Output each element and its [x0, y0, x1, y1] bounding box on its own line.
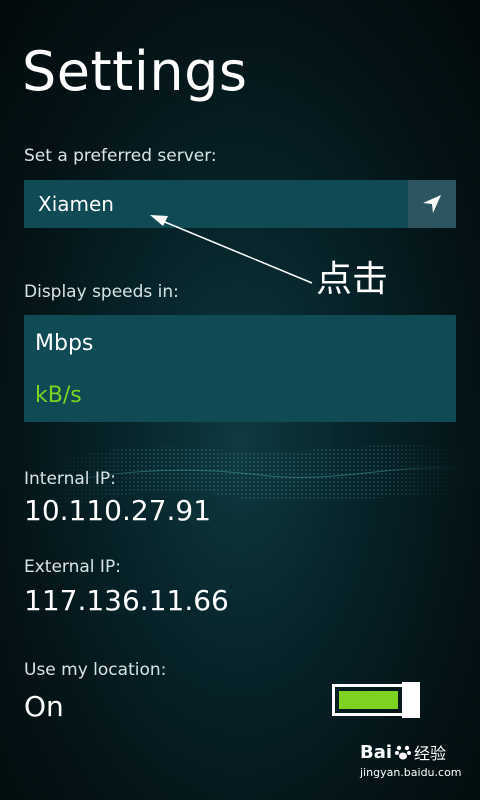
speed-option-mbps[interactable]: Mbps: [35, 331, 93, 356]
paw-icon: [395, 745, 412, 760]
watermark-url: jingyan.baidu.com: [360, 766, 462, 779]
location-toggle[interactable]: [332, 682, 420, 718]
annotation-text: 点击: [316, 259, 389, 300]
watermark-brand: Bai: [360, 741, 393, 763]
speeds-label: Display speeds in:: [24, 282, 179, 302]
speed-unit-list[interactable]: Mbps kB/s: [24, 315, 456, 422]
internal-ip-label: Internal IP:: [24, 469, 116, 489]
location-value: On: [24, 690, 64, 723]
internal-ip-value: 10.110.27.91: [24, 494, 212, 527]
toggle-switch-graphic: [332, 682, 420, 718]
location-label: Use my location:: [24, 660, 167, 680]
baidu-watermark: Bai 经验 jingyan.baidu.com: [360, 740, 472, 794]
external-ip-value: 117.136.11.66: [24, 584, 229, 617]
watermark-brand2: 经验: [414, 744, 447, 763]
speed-option-kbs[interactable]: kB/s: [35, 383, 82, 408]
external-ip-label: External IP:: [24, 557, 121, 577]
